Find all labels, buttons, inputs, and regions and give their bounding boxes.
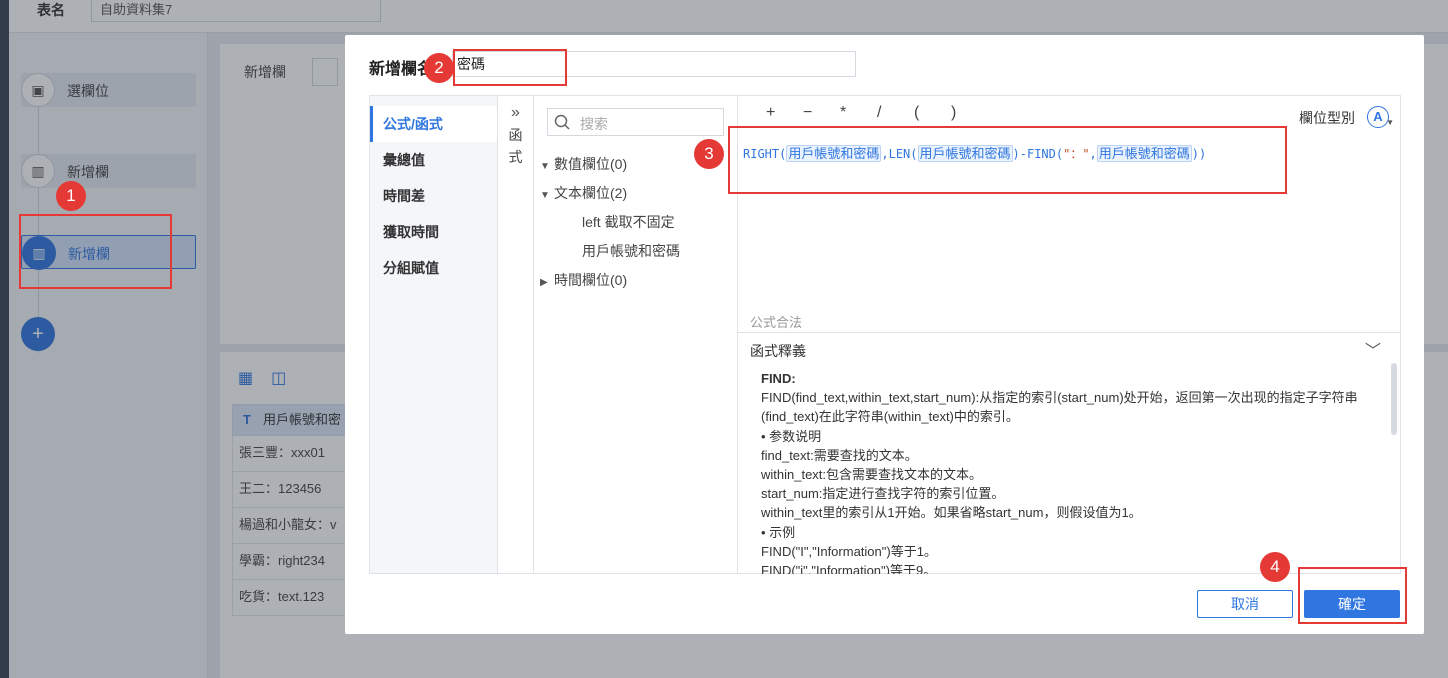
- operator-minus[interactable]: −: [803, 104, 840, 122]
- caret-right-icon: ▶: [540, 277, 548, 288]
- cancel-button[interactable]: 取消: [1197, 590, 1293, 618]
- explain-title: FIND:: [761, 371, 796, 386]
- caret-down-icon: ▼: [540, 161, 550, 172]
- caret-down-icon: ▼: [540, 190, 550, 201]
- category-get-time[interactable]: 獲取時間: [370, 214, 497, 250]
- annotation-box-2: [453, 49, 567, 86]
- tree-field-item[interactable]: left 截取不固定: [540, 208, 736, 237]
- add-column-dialog: 新增欄名 密碼 公式/函式 彙總值 時間差 獲取時間 分組賦值 » 函式 搜索 …: [345, 35, 1424, 634]
- annotation-box-4: [1298, 567, 1407, 624]
- search-icon: [554, 114, 570, 130]
- annotation-number-2: 2: [424, 53, 454, 83]
- annotation-number-1: 1: [56, 181, 86, 211]
- category-list: 公式/函式 彙總值 時間差 獲取時間 分組賦值: [370, 96, 498, 573]
- explain-line: FIND(find_text,within_text,start_num):从指…: [761, 390, 1358, 425]
- explain-scrollbar[interactable]: [1391, 363, 1397, 435]
- tree-group-text[interactable]: ▼ 文本欄位(2): [540, 179, 736, 208]
- explain-line: within_text:包含需要查找文本的文本。: [761, 467, 983, 483]
- double-chevron-right-icon[interactable]: »: [498, 104, 533, 122]
- operator-bar: + − * / ( ): [766, 104, 988, 122]
- category-time-diff[interactable]: 時間差: [370, 178, 497, 214]
- operator-multiply[interactable]: *: [840, 104, 877, 122]
- explain-line: • 参数说明: [761, 428, 822, 444]
- field-search[interactable]: 搜索: [547, 108, 724, 136]
- function-explanation: 函式釋義 ﹀ FIND: FIND(find_text,within_text,…: [738, 332, 1401, 574]
- annotation-box-1: [19, 214, 172, 289]
- category-group-assign[interactable]: 分組賦值: [370, 250, 497, 286]
- field-type-label: 欄位型別: [1299, 110, 1355, 126]
- formula-validity: 公式合法: [750, 315, 803, 330]
- tree-group-time[interactable]: ▶ 時間欄位(0): [540, 266, 736, 295]
- operator-plus[interactable]: +: [766, 104, 803, 122]
- category-summary[interactable]: 彙總值: [370, 142, 497, 178]
- category-formula[interactable]: 公式/函式: [370, 106, 497, 142]
- explain-line: • 示例: [761, 524, 796, 540]
- caret-down-icon[interactable]: ▼: [1386, 118, 1394, 127]
- operator-close-paren[interactable]: ): [951, 104, 988, 122]
- tree-field-item[interactable]: 用戶帳號和密碼: [540, 237, 736, 266]
- operator-open-paren[interactable]: (: [914, 104, 951, 122]
- operator-divide[interactable]: /: [877, 104, 914, 122]
- function-toggle[interactable]: » 函式: [498, 96, 534, 573]
- explain-line: find_text:需要查找的文本。: [761, 447, 918, 463]
- search-placeholder: 搜索: [580, 116, 608, 132]
- explain-body: FIND: FIND(find_text,within_text,start_n…: [761, 369, 1369, 574]
- explain-line: within_text里的索引从1开始。如果省略start_num，则假设值为1…: [761, 505, 1142, 521]
- field-tree: ▼ 數值欄位(0) ▼ 文本欄位(2) left 截取不固定 用戶帳號和密碼 ▶ 時間…: [540, 150, 736, 295]
- chevron-down-icon[interactable]: ﹀: [1365, 337, 1381, 361]
- function-toggle-label: 函式: [508, 127, 523, 165]
- annotation-number-3: 3: [694, 139, 724, 169]
- explain-header: 函式釋義: [750, 343, 806, 359]
- explain-line: start_num:指定进行查找字符的索引位置。: [761, 486, 1005, 502]
- annotation-number-4: 4: [1260, 552, 1290, 582]
- annotation-box-3: [728, 126, 1287, 194]
